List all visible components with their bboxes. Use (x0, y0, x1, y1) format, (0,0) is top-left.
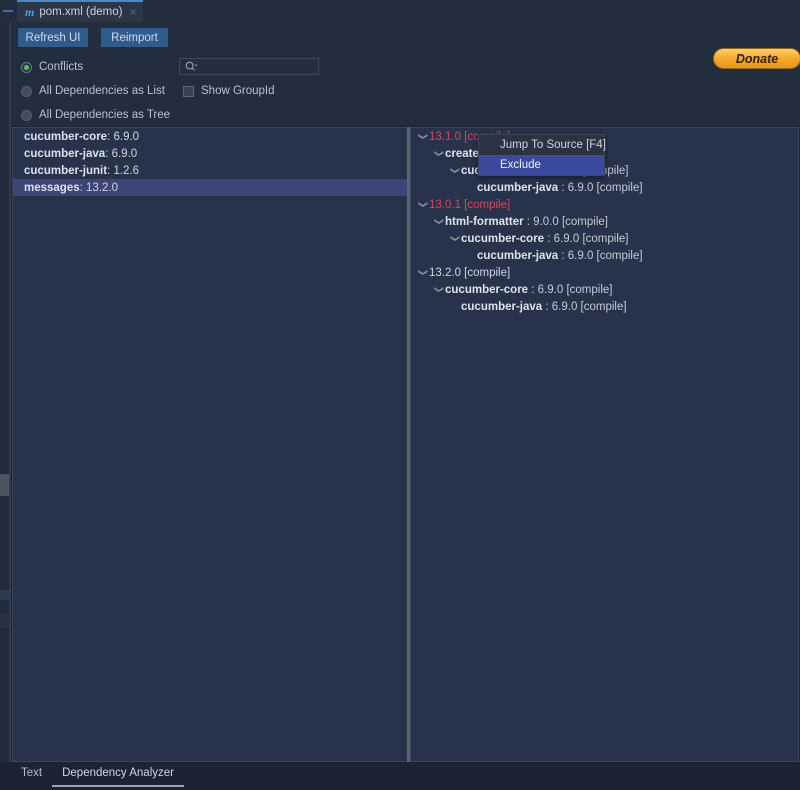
list-item[interactable]: cucumber-java : 6.9.0 (13, 145, 407, 162)
list-item-artifact: cucumber-core (24, 130, 108, 143)
tree-row-version: : 6.9.0 [compile] (558, 249, 643, 262)
reimport-button[interactable]: Reimport (101, 28, 168, 47)
radio-icon (21, 85, 32, 97)
bottom-tab-dependency-analyzer[interactable]: Dependency Analyzer (52, 764, 184, 787)
tree-row[interactable]: ❯cucumber-core : 6.9.0 [compile] (411, 281, 798, 298)
list-item-version: : 6.9.0 (105, 147, 138, 160)
chevron-down-icon[interactable]: ❯ (434, 148, 445, 160)
maven-m-icon: m (25, 4, 35, 19)
context-menu[interactable]: Jump To Source [F4] Exclude (478, 134, 606, 176)
chevron-down-icon[interactable]: ❯ (434, 216, 445, 228)
tree-row-artifact: cucumber-core (461, 232, 545, 245)
tree-row-label: cucumber-core : 6.9.0 [compile] (461, 233, 628, 245)
radio-conflicts-label: Conflicts (39, 61, 84, 73)
collapse-icon[interactable] (3, 10, 13, 12)
gutter-marker (0, 590, 9, 600)
chevron-down-icon[interactable]: ❯ (418, 267, 429, 279)
donate-button[interactable]: Donate (713, 48, 800, 69)
radio-all-dependencies-as-tree[interactable]: All Dependencies as Tree (21, 109, 170, 121)
refresh-ui-button[interactable]: Refresh UI (18, 28, 88, 47)
tree-row-version: : 6.9.0 [compile] (542, 300, 627, 313)
tree-row[interactable]: cucumber-java : 6.9.0 [compile] (411, 247, 798, 264)
tree-row[interactable]: ❯ 13.0.1 [compile] (411, 196, 798, 213)
chevron-down-icon[interactable]: ❯ (418, 199, 429, 211)
list-item-artifact: messages (24, 181, 80, 194)
tree-row-version: : 6.9.0 [compile] (544, 232, 629, 245)
tree-row[interactable]: ❯ 13.2.0 [compile] (411, 264, 798, 281)
editor-tab-pom-xml[interactable]: m pom.xml (demo) × (17, 0, 144, 22)
editor-gutter-strip[interactable] (0, 22, 9, 762)
tree-row-label: cucumber-java : 6.9.0 [compile] (477, 182, 643, 194)
tree-row-artifact: cucumber-java (477, 249, 559, 262)
chevron-down-icon[interactable]: ❯ (418, 131, 429, 143)
radio-all-dependencies-as-list[interactable]: All Dependencies as List (21, 85, 165, 97)
tree-row-label: cucumber-java : 6.9.0 [compile] (461, 301, 627, 313)
context-menu-item[interactable]: Jump To Source [F4] (479, 135, 606, 155)
editor-tab-label: pom.xml (demo) (39, 6, 123, 18)
search-field[interactable] (179, 58, 319, 75)
editor-tab-bar: m pom.xml (demo) × (0, 0, 800, 22)
radio-icon (21, 109, 32, 121)
dependency-analyzer-toolbar: Refresh UI Reimport Conflicts All Depend… (11, 22, 800, 126)
list-item[interactable]: messages : 13.2.0 (13, 179, 407, 196)
close-icon[interactable]: × (129, 5, 136, 19)
tree-row-label: 13.0.1 [compile] (429, 198, 511, 211)
gutter-marker (0, 474, 9, 496)
tree-row-label: cucumber-java : 6.9.0 [compile] (477, 250, 643, 262)
show-groupid-label: Show GroupId (201, 85, 275, 97)
chevron-down-icon[interactable]: ❯ (450, 233, 461, 245)
tree-row-version: : 6.9.0 [compile] (528, 283, 613, 296)
tree-row[interactable]: ❯cucumber-core : 6.9.0 [compile] (411, 230, 798, 247)
list-item-version: : 1.2.6 (107, 164, 140, 177)
checkbox-show-groupid[interactable]: Show GroupId (183, 85, 275, 97)
chevron-down-icon[interactable]: ❯ (434, 284, 445, 296)
tree-row[interactable]: ❯ html-formatter : 9.0.0 [compile] (411, 213, 798, 230)
tree-row[interactable]: cucumber-java : 6.9.0 [compile] (411, 179, 798, 196)
tree-row-label: create (445, 148, 479, 160)
chevron-down-icon[interactable]: ❯ (450, 165, 461, 177)
list-item[interactable]: cucumber-core : 6.9.0 (13, 128, 407, 145)
radio-conflicts[interactable]: Conflicts (21, 61, 83, 73)
radio-list-label: All Dependencies as List (39, 85, 165, 97)
search-icon (185, 61, 198, 72)
checkbox-icon (183, 85, 194, 97)
bottom-tab-text[interactable]: Text (11, 764, 52, 785)
tree-row-version: : 9.0.0 [compile] (523, 215, 608, 228)
tree-row-label: 13.2.0 [compile] (429, 266, 511, 279)
list-item[interactable]: cucumber-junit : 1.2.6 (13, 162, 407, 179)
tree-row-artifact: html-formatter (445, 215, 524, 228)
radio-icon-selected (21, 61, 32, 73)
list-item-version: : 13.2.0 (79, 181, 118, 194)
tree-row-artifact: create (445, 147, 479, 160)
gutter-divider (9, 22, 11, 762)
editor-bottom-tabs: Text Dependency Analyzer (11, 764, 800, 790)
tree-row[interactable]: cucumber-java : 6.9.0 [compile] (411, 298, 798, 315)
dependency-tree-panel[interactable]: ❯13.1.0 [compile]❯create❯cucumber-core :… (410, 127, 799, 762)
gutter-marker (0, 614, 9, 628)
tree-row-artifact: cucumber-java (477, 181, 559, 194)
conflicts-list-panel[interactable]: cucumber-core : 6.9.0 cucumber-java : 6.9… (12, 127, 408, 762)
tree-row-artifact: cucumber-core (445, 283, 529, 296)
tree-row-version: : 6.9.0 [compile] (558, 181, 643, 194)
tree-row-label: cucumber-core : 6.9.0 [compile] (445, 284, 612, 296)
list-item-version: : 6.9.0 (107, 130, 140, 143)
radio-tree-label: All Dependencies as Tree (39, 109, 171, 121)
tree-row-label: html-formatter : 9.0.0 [compile] (445, 216, 608, 228)
context-menu-item[interactable]: Exclude (479, 155, 604, 175)
list-item-artifact: cucumber-junit (24, 164, 108, 177)
list-item-artifact: cucumber-java (24, 147, 106, 160)
tree-row-artifact: cucumber-java (461, 300, 543, 313)
